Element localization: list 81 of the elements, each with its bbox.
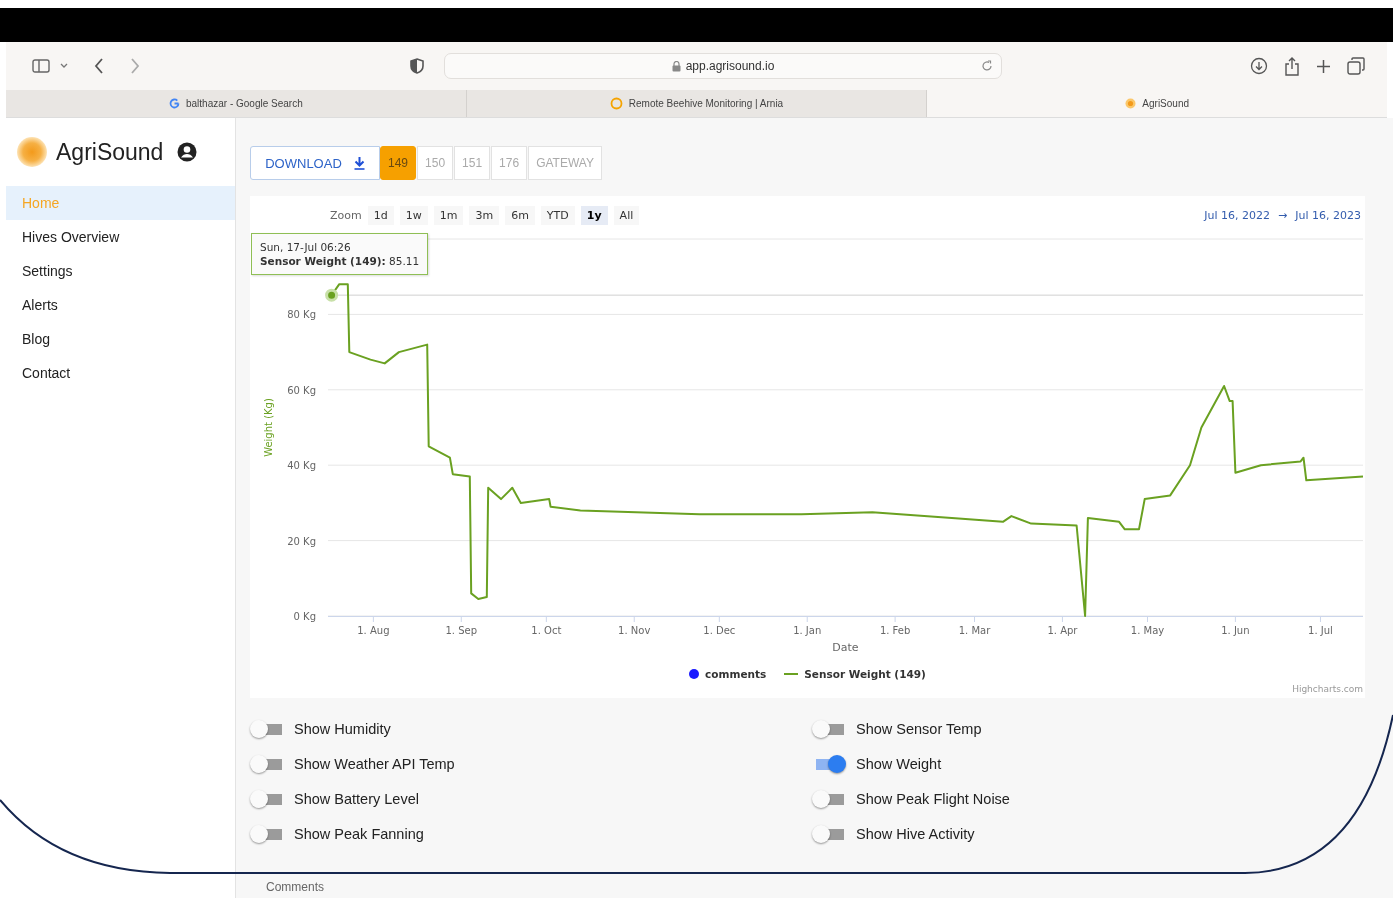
zoom-button[interactable]: YTD <box>540 205 575 225</box>
legend-item[interactable]: comments <box>689 668 767 680</box>
zoom-button[interactable]: 1w <box>399 205 428 225</box>
chevron-down-icon[interactable] <box>60 63 68 69</box>
hover-point-marker <box>325 288 339 302</box>
zoom-button[interactable]: 1d <box>367 205 394 225</box>
toggle-label: Show Battery Level <box>294 791 419 807</box>
tooltip-date: Sun, 17-Jul 06:26 <box>260 240 352 254</box>
y-tick-label: 0 Kg <box>293 611 316 622</box>
google-g-icon <box>168 98 180 109</box>
plus-icon[interactable] <box>1316 58 1331 74</box>
toggle-switch[interactable] <box>250 824 284 844</box>
zoom-button[interactable]: 1y <box>580 205 608 225</box>
legend-line-icon <box>784 673 799 675</box>
ring-icon <box>609 97 623 110</box>
back-icon[interactable] <box>94 58 104 74</box>
sidebar-item[interactable]: Alerts <box>6 288 235 322</box>
toggle-label: Show Sensor Temp <box>856 721 982 737</box>
x-tick-label: 1. Mar <box>958 625 991 636</box>
y-tick-label: 80 Kg <box>287 309 316 321</box>
forward-icon[interactable] <box>130 58 140 74</box>
zoom-button[interactable]: All <box>613 205 640 225</box>
account-icon[interactable] <box>177 142 198 162</box>
toggle-label: Show Peak Fanning <box>294 826 424 842</box>
sidebar-item[interactable]: Contact <box>6 356 235 390</box>
zoom-button[interactable]: 3m <box>469 205 500 225</box>
toggle-switch[interactable] <box>812 789 846 809</box>
tooltip-value: Sensor Weight (149): 85.11 <box>260 254 420 268</box>
download-arrow-icon <box>353 156 365 170</box>
toggle-label: Show Weather API Temp <box>294 756 455 772</box>
x-tick-label: 1. Sep <box>445 625 478 636</box>
legend-item[interactable]: Sensor Weight (149) <box>784 668 926 680</box>
y-tick-label: 60 Kg <box>287 384 316 396</box>
range-arrow: → <box>1278 208 1288 222</box>
x-tick-label: 1. Nov <box>618 625 651 636</box>
y-tick-label: 40 Kg <box>287 460 316 472</box>
sidebar-toggle-icon[interactable] <box>32 59 50 73</box>
sun-logo-icon <box>16 136 48 168</box>
browser-tab[interactable]: balthazar - Google Search <box>6 90 467 117</box>
comments-heading: Comments <box>266 880 325 894</box>
sidebar-item[interactable]: Settings <box>6 254 235 288</box>
toggle-switch[interactable] <box>250 754 284 774</box>
range-end-date[interactable]: Jul 16, 2023 <box>1295 208 1361 222</box>
y-tick-label: 20 Kg <box>287 535 316 547</box>
address-bar[interactable]: app.agrisound.io <box>444 53 1002 79</box>
download-icon[interactable] <box>1250 57 1268 75</box>
sun-icon <box>1125 98 1137 109</box>
toggle-label: Show Humidity <box>294 721 391 737</box>
x-tick-label: 1. Feb <box>879 625 911 636</box>
x-tick-label: 1. Oct <box>531 625 562 636</box>
sidebar-item[interactable]: Hives Overview <box>6 220 235 254</box>
zoom-label: Zoom <box>330 208 362 222</box>
brand-name: AgriSound <box>56 138 164 166</box>
x-tick-label: 1. Apr <box>1047 625 1078 636</box>
toggle-label: Show Weight <box>856 756 942 772</box>
toggle-switch[interactable] <box>812 824 846 844</box>
device-tab[interactable]: 149 <box>380 146 417 180</box>
x-tick-label: 1. Jul <box>1308 625 1333 636</box>
zoom-button[interactable]: 1m <box>433 205 464 225</box>
toggle-switch[interactable] <box>812 719 846 739</box>
sidebar-item[interactable]: Blog <box>6 322 235 356</box>
toggle-label: Show Peak Flight Noise <box>856 791 1010 807</box>
x-tick-label: 1. Jun <box>1221 625 1250 636</box>
x-tick-label: 1. Jan <box>793 625 822 636</box>
share-icon[interactable] <box>1284 56 1300 76</box>
toggle-switch[interactable] <box>250 719 284 739</box>
x-axis-title: Date <box>832 641 859 654</box>
lock-icon <box>671 60 681 72</box>
zoom-button[interactable]: 6m <box>505 205 535 225</box>
y-axis-title: Weight (Kg) <box>263 398 274 457</box>
reload-icon[interactable] <box>981 60 993 72</box>
range-start-date[interactable]: Jul 16, 2022 <box>1204 208 1270 222</box>
shield-icon[interactable] <box>410 58 424 74</box>
x-tick-label: 1. May <box>1130 625 1165 636</box>
tabs-overview-icon[interactable] <box>1347 57 1365 75</box>
toggle-label: Show Hive Activity <box>856 826 975 842</box>
browser-tab[interactable]: AgriSound <box>927 90 1387 117</box>
x-tick-label: 1. Dec <box>703 625 736 636</box>
x-tick-label: 1. Aug <box>357 625 390 636</box>
toggle-switch[interactable] <box>250 789 284 809</box>
download-button[interactable]: DOWNLOAD <box>250 146 380 180</box>
